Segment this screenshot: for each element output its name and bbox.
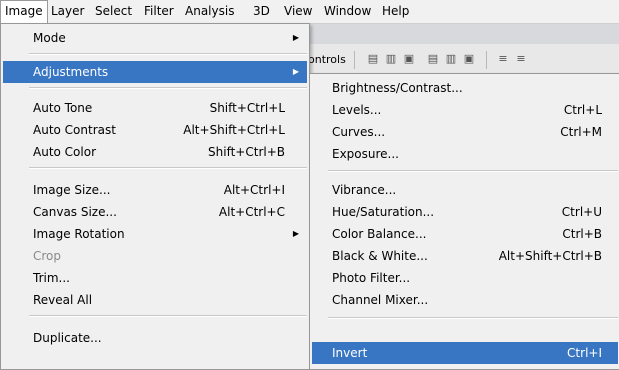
menu-item-image-size[interactable]: Image Size... Alt+Ctrl+I: [3, 179, 307, 201]
distribute-center-icon[interactable]: ≡: [514, 52, 528, 66]
menu-analysis[interactable]: Analysis: [180, 0, 239, 23]
menu-item-brightness-contrast[interactable]: Brightness/Contrast...: [312, 77, 618, 99]
menu-item-label: Image Rotation: [33, 227, 125, 241]
menu-item-curves[interactable]: Curves... Ctrl+M: [312, 121, 618, 143]
menu-item-adjustments[interactable]: Adjustments ▶: [3, 61, 307, 83]
menu-window[interactable]: Window: [319, 0, 376, 23]
menu-item-shortcut: Ctrl+L: [563, 103, 602, 117]
menu-item-label: Trim...: [33, 271, 70, 285]
align-left-icon[interactable]: ▤: [426, 52, 440, 66]
menu-item-label: Black & White...: [332, 249, 428, 263]
menu-item-label: Mode: [33, 31, 66, 45]
menu-layer[interactable]: Layer: [46, 0, 89, 23]
menu-item-photo-filter[interactable]: Photo Filter...: [312, 267, 618, 289]
options-divider: [486, 51, 487, 69]
menu-item-canvas-size[interactable]: Canvas Size... Alt+Ctrl+C: [3, 201, 307, 223]
menu-item-label: Auto Tone: [33, 101, 93, 115]
submenu-arrow-icon: ▶: [292, 67, 299, 76]
menu-item-label: Levels...: [332, 103, 382, 117]
menu-separator: [29, 315, 307, 317]
menu-item-label: Adjustments: [33, 65, 109, 79]
menu-image[interactable]: Image: [0, 0, 48, 23]
menu-help[interactable]: Help: [377, 0, 414, 23]
menu-separator: [29, 167, 307, 169]
image-menu: Mode ▶ Adjustments ▶ Auto Tone Shift+Ctr…: [0, 23, 310, 370]
adjustments-submenu: Brightness/Contrast... Levels... Ctrl+L …: [309, 73, 619, 370]
menu-item-label: Reveal All: [33, 293, 93, 307]
menu-separator: [328, 170, 618, 172]
menu-filter[interactable]: Filter: [139, 0, 179, 23]
menu-item-invert[interactable]: Invert Ctrl+I: [312, 342, 618, 364]
menu-item-shortcut: Alt+Ctrl+I: [223, 183, 285, 197]
menu-item-label: Hue/Saturation...: [332, 205, 435, 219]
menu-item-duplicate[interactable]: Duplicate...: [3, 327, 307, 349]
menu-item-label: Auto Contrast: [33, 123, 116, 137]
submenu-arrow-icon: ▶: [292, 33, 299, 42]
menu-item-label: Auto Color: [33, 145, 97, 159]
menu-separator: [328, 317, 618, 319]
menu-item-channel-mixer[interactable]: Channel Mixer...: [312, 289, 618, 311]
menu-view[interactable]: View: [279, 0, 317, 23]
menu-item-shortcut: Alt+Shift+Ctrl+B: [498, 249, 602, 263]
menu-item-hue-saturation[interactable]: Hue/Saturation... Ctrl+U: [312, 201, 618, 223]
menu-item-reveal-all[interactable]: Reveal All: [3, 289, 307, 311]
menu-item-auto-color[interactable]: Auto Color Shift+Ctrl+B: [3, 141, 307, 163]
menu-item-black-white[interactable]: Black & White... Alt+Shift+Ctrl+B: [312, 245, 618, 267]
menu-item-vibrance[interactable]: Vibrance...: [312, 179, 618, 201]
menu-3d[interactable]: 3D: [248, 0, 275, 23]
menu-item-label: Canvas Size...: [33, 205, 117, 219]
menu-item-label: Vibrance...: [332, 183, 397, 197]
menu-item-shortcut: Ctrl+U: [561, 205, 602, 219]
menu-item-label: Curves...: [332, 125, 386, 139]
distribute-top-icon[interactable]: ≡: [496, 52, 510, 66]
menu-item-exposure[interactable]: Exposure...: [312, 143, 618, 165]
align-vertical-center-icon[interactable]: ▥: [384, 52, 398, 66]
menu-item-label: Photo Filter...: [332, 271, 411, 285]
menu-select[interactable]: Select: [90, 0, 137, 23]
align-horizontal-center-icon[interactable]: ▥: [444, 52, 458, 66]
menu-item-label: Crop: [33, 249, 62, 263]
menu-bar: Image Layer Select Filter Analysis 3D Vi…: [0, 0, 619, 24]
menu-item-shortcut: Ctrl+B: [562, 227, 602, 241]
menu-item-label: Brightness/Contrast...: [332, 81, 463, 95]
align-bottom-icon[interactable]: ▣: [402, 52, 416, 66]
align-right-icon[interactable]: ▣: [462, 52, 476, 66]
menu-item-label: Exposure...: [332, 147, 399, 161]
menu-item-color-balance[interactable]: Color Balance... Ctrl+B: [312, 223, 618, 245]
menu-item-levels[interactable]: Levels... Ctrl+L: [312, 99, 618, 121]
menu-item-label: Channel Mixer...: [332, 293, 429, 307]
menu-item-shortcut: Shift+Ctrl+L: [209, 101, 285, 115]
menu-item-label: Image Size...: [33, 183, 111, 197]
menu-item-label: Duplicate...: [33, 331, 102, 345]
menu-item-shortcut: Shift+Ctrl+B: [208, 145, 285, 159]
show-transform-controls-label[interactable]: ontrols: [308, 53, 346, 66]
menu-item-label: Color Balance...: [332, 227, 427, 241]
menu-item-label: Invert: [332, 346, 368, 360]
menu-item-image-rotation[interactable]: Image Rotation ▶: [3, 223, 307, 245]
menu-item-auto-contrast[interactable]: Auto Contrast Alt+Shift+Ctrl+L: [3, 119, 307, 141]
menu-item-shortcut: Ctrl+I: [567, 346, 602, 360]
submenu-arrow-icon: ▶: [292, 229, 299, 238]
options-divider: [354, 51, 355, 69]
menu-item-crop: Crop: [3, 245, 307, 267]
menu-separator: [29, 87, 307, 89]
menu-item-shortcut: Alt+Shift+Ctrl+L: [183, 123, 285, 137]
menu-item-shortcut: Alt+Ctrl+C: [218, 205, 285, 219]
menu-item-shortcut: Ctrl+M: [560, 125, 602, 139]
menu-item-auto-tone[interactable]: Auto Tone Shift+Ctrl+L: [3, 97, 307, 119]
menu-item-mode[interactable]: Mode ▶: [3, 27, 307, 49]
menu-separator: [29, 53, 307, 55]
align-top-icon[interactable]: ▤: [366, 52, 380, 66]
menu-item-trim[interactable]: Trim...: [3, 267, 307, 289]
